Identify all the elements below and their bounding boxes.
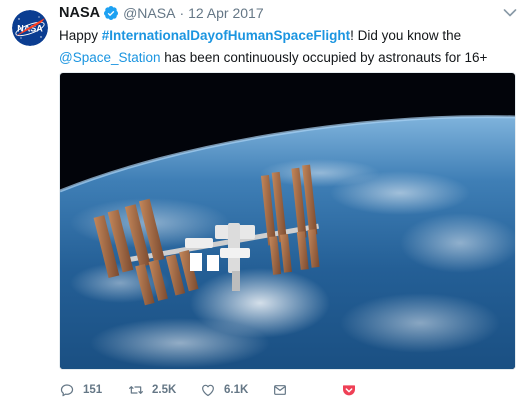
hashtag-link[interactable]: #InternationalDayofHumanSpaceFlight [102,28,350,43]
space-station-photo [60,73,515,369]
chevron-down-icon[interactable] [503,8,517,18]
retweet-count: 2.5K [152,384,177,396]
nasa-logo-icon: NASA [12,10,48,46]
reply-button[interactable]: 151 [59,379,128,401]
author-name[interactable]: NASA [59,5,100,21]
reply-icon [60,384,74,397]
pocket-save-button[interactable] [341,379,371,401]
direct-message-button[interactable] [272,379,341,401]
author-handle[interactable]: @NASA [123,5,175,21]
tweet-text-intro: Happy [59,28,102,43]
tweet-text-mid: ! Did you know the [350,28,462,43]
like-count: 6.1K [224,384,249,396]
like-button[interactable]: 6.1K [200,379,272,401]
pocket-icon [343,385,355,396]
verified-badge-icon [104,6,119,20]
envelope-icon [274,385,286,395]
mention-link[interactable]: @Space_Station [59,50,161,65]
separator-dot: · [179,5,185,21]
tweet-actions: 151 2.5K 6.1K [59,379,371,401]
tweet-header: NASA @NASA · 12 Apr 2017 [59,4,264,22]
tweet-photo[interactable] [59,72,516,370]
tweet: NASA NASA @NASA · 12 Apr 2017 Happy #Int… [0,0,530,406]
avatar[interactable]: NASA [12,10,48,46]
heart-icon [202,384,214,397]
tweet-date[interactable]: 12 Apr 2017 [188,5,264,21]
retweet-icon [129,386,143,394]
reply-count: 151 [83,384,103,396]
retweet-button[interactable]: 2.5K [128,379,200,401]
